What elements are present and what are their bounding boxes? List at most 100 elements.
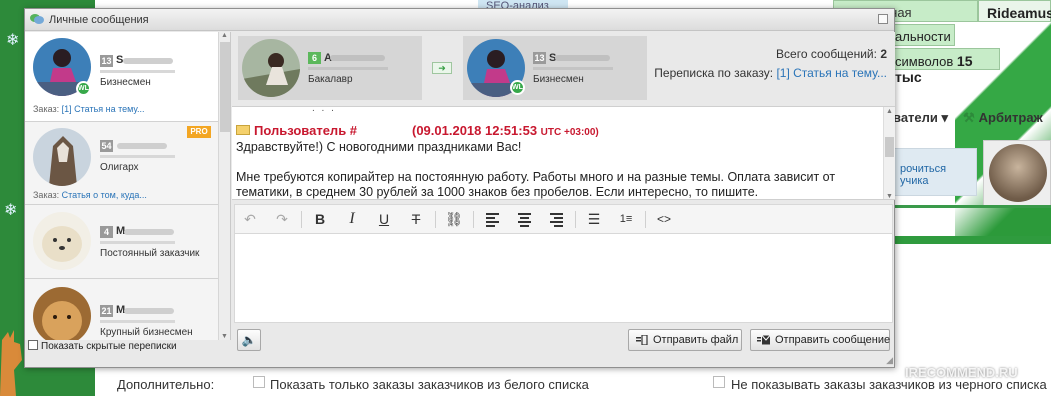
menu-dropdown[interactable]: ватели ▾ [893,110,948,125]
clear-format-icon[interactable]: T [405,209,427,229]
contact-role: Крупный бизнесмен [100,327,193,338]
show-hidden-label: Показать скрытые переписки [41,341,177,352]
dialog-titlebar[interactable]: Личные сообщения [25,9,894,31]
redo-icon[interactable]: ↷ [271,209,293,229]
message-text: Мне требуются копирайтер на постоянную р… [236,170,836,199]
tab-seo-analysis[interactable]: SEO-анализ [478,0,568,8]
align-right-icon[interactable] [545,209,567,229]
message-header: Пользователь # (09.01.2018 12:51:53 UTC … [236,123,599,138]
name-mask [555,55,610,61]
message-editor[interactable] [234,234,893,323]
scroll-down-icon[interactable]: ▼ [221,333,228,340]
contact-role: Постоянный заказчик [100,248,200,259]
show-hidden-checkbox[interactable]: Показать скрытые переписки [28,340,231,355]
message-scrollbar[interactable]: ▲ ▼ [883,107,895,199]
rating-bar [100,320,175,323]
previous-message-fragment: . . . [312,106,336,114]
dialog-title: Личные сообщения [49,14,149,26]
chat-bubble-icon [30,14,44,24]
scroll-down-icon[interactable]: ▼ [886,193,893,199]
rating-bar [308,67,388,70]
order-link[interactable]: Статья о том, куда... [62,190,147,200]
level-badge: 13 [100,55,113,67]
tab-username[interactable]: Rideamus [978,0,1051,22]
hammer-icon: ⚒ [963,110,975,125]
source-code-icon[interactable]: <> [653,209,675,229]
toolbar-divider [301,211,302,228]
conversation-item[interactable]: WL 13 S Бизнесмен Заказ: [1] Статья на т… [25,32,218,122]
participant-card[interactable]: WL 13 S Бизнесмен [463,36,647,100]
editor-toolbar: ↶ ↷ B I U T ⛓ ☰ 1≡ <> [234,204,893,234]
toolbar-divider [435,211,436,228]
level-badge: 13 [533,52,546,64]
contact-order: Заказ: Статья о том, куда... [33,190,147,200]
conversation-item[interactable]: PRO 54 Олигарх Заказ: Статья о том, куда… [25,122,218,205]
checkbox-icon[interactable] [28,340,38,350]
profile-avatar-card[interactable] [983,140,1051,206]
level-badge: 54 [100,140,113,152]
avatar [33,287,91,340]
attach-file-icon [636,335,648,345]
sound-toggle-button[interactable]: 🔈 [237,329,261,351]
name-mask [330,55,385,61]
conversation-list: WL 13 S Бизнесмен Заказ: [1] Статья на т… [25,32,231,340]
order-link[interactable]: [1] Статья на тему... [776,66,887,80]
menu-arbitrage[interactable]: ⚒ Арбитраж [963,110,1043,126]
symbols-label: символов [895,54,954,69]
filters-label: Дополнительно: [117,377,215,392]
level-badge: 6 [308,52,321,64]
participant-card[interactable]: 6 A Бакалавр [238,36,422,100]
align-left-icon[interactable] [481,209,503,229]
send-message-button[interactable]: Отправить сообщение [750,329,890,351]
conversation-item[interactable]: 4 M Постоянный заказчик [25,205,218,279]
envelope-send-icon [757,335,770,345]
rating-bar [100,70,175,73]
envelope-icon [236,125,250,135]
tab-uniqueness[interactable]: альности [890,24,955,46]
tab-symbols[interactable]: символов 15 тыс [890,48,1000,85]
black-list-checkbox[interactable] [713,376,725,388]
level-badge: 21 [100,305,113,317]
avatar [33,212,91,270]
order-link[interactable]: [1] Статья на тему... [62,104,145,114]
rating-bar [100,155,175,158]
conversation-scrollbar[interactable]: ▲ ▼ [218,32,230,340]
avatar [33,128,91,186]
rating-bar [533,67,613,70]
link-icon[interactable]: ⛓ [443,209,465,229]
bold-icon[interactable]: B [309,209,331,229]
scroll-up-icon[interactable]: ▲ [221,32,228,39]
avatar [989,144,1047,202]
toolbar-divider [575,211,576,228]
bullet-list-icon[interactable]: ☰ [583,209,605,229]
name-mask [124,308,174,314]
message-body: Здравствуйте!) С новогодними праздниками… [236,140,876,199]
snowflake-icon: ❄ [4,202,18,219]
promo-banner[interactable]: рочиться учика [893,148,977,196]
participant-role: Бакалавр [308,74,353,85]
divider [893,205,1051,208]
maximize-icon[interactable] [878,14,888,24]
background-menu: ватели ▾ ⚒ Арбитраж [893,110,1043,132]
italic-icon[interactable]: I [341,209,363,229]
contact-order: Заказ: [1] Статья на тему... [33,104,145,114]
conversation-order: Переписка по заказу: [1] Статья на тему.… [654,66,887,80]
message-author[interactable]: Пользователь # [254,123,357,138]
align-center-icon[interactable] [513,209,535,229]
conversation-header: 6 A Бакалавр ➜ WL 13 S Бизнесмен Всего с… [232,32,895,106]
snowflake-icon: ❄ [6,32,20,49]
level-badge: 4 [100,226,113,238]
message-history: . . . Пользователь # (09.01.2018 12:51:5… [232,106,895,200]
undo-icon[interactable]: ↶ [239,209,261,229]
scroll-up-icon[interactable]: ▲ [886,108,893,115]
rating-bar [100,241,175,244]
conversation-item[interactable]: 21 M Крупный бизнесмен [25,279,218,340]
name-mask [117,143,167,149]
scroll-thumb[interactable] [220,42,230,132]
resize-handle-icon[interactable]: ◢ [886,355,893,366]
send-file-button[interactable]: Отправить файл [628,329,742,351]
white-list-checkbox[interactable] [253,376,265,388]
scroll-thumb[interactable] [885,137,894,157]
numbered-list-icon[interactable]: 1≡ [615,209,637,229]
underline-icon[interactable]: U [373,209,395,229]
